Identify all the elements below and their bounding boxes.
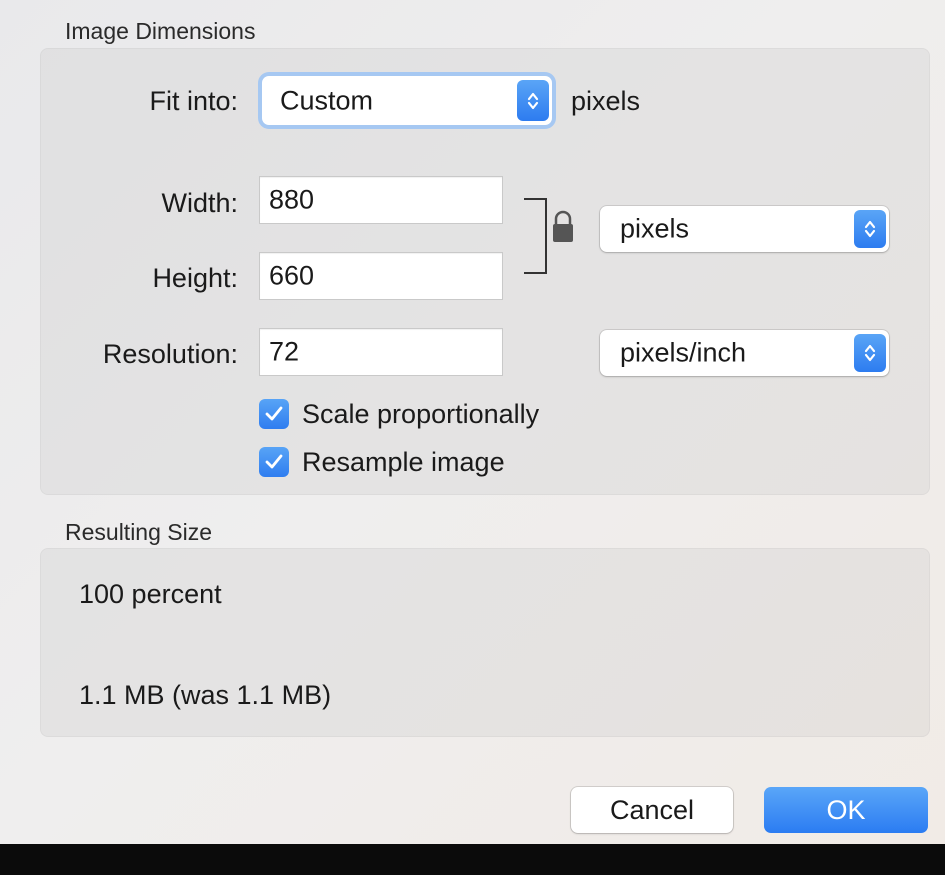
width-field[interactable]: 880	[259, 176, 503, 224]
chevron-updown-icon	[517, 80, 549, 121]
width-value: 880	[269, 184, 315, 215]
fit-into-value: Custom	[280, 85, 374, 115]
resolution-label: Resolution:	[102, 339, 238, 369]
checkmark-icon	[265, 454, 283, 469]
scale-proportionally-checkbox[interactable]	[259, 399, 289, 429]
chevron-updown-icon	[854, 210, 886, 248]
height-label: Height:	[152, 263, 238, 293]
fit-into-label: Fit into:	[149, 86, 238, 116]
chevron-updown-icon	[854, 334, 886, 372]
height-field[interactable]: 660	[259, 252, 503, 300]
resulting-percent: 100 percent	[79, 579, 222, 609]
resolution-field[interactable]: 72	[259, 328, 503, 376]
window-bottom-edge	[0, 844, 945, 875]
fit-into-popup[interactable]: Custom	[262, 76, 552, 125]
resulting-size-title: Resulting Size	[65, 519, 213, 545]
size-unit-value: pixels	[620, 213, 690, 244]
scale-proportionally-label[interactable]: Scale proportionally	[302, 399, 539, 430]
resample-image-label[interactable]: Resample image	[302, 447, 505, 478]
resolution-unit-popup[interactable]: pixels/inch	[600, 330, 889, 376]
lock-icon	[553, 210, 573, 242]
ok-button[interactable]: OK	[764, 787, 928, 833]
cancel-button[interactable]: Cancel	[571, 787, 733, 833]
proportion-lock[interactable]	[522, 197, 582, 277]
fit-into-suffix: pixels	[571, 86, 641, 116]
resolution-unit-value: pixels/inch	[620, 337, 747, 368]
resample-image-checkbox[interactable]	[259, 447, 289, 477]
image-dimensions-title: Image Dimensions	[65, 18, 256, 44]
width-label: Width:	[161, 188, 238, 218]
resolution-value: 72	[269, 336, 300, 367]
size-unit-popup[interactable]: pixels	[600, 206, 889, 252]
height-value: 660	[269, 260, 315, 291]
resulting-file-size: 1.1 MB (was 1.1 MB)	[79, 680, 332, 710]
checkmark-icon	[265, 406, 283, 421]
